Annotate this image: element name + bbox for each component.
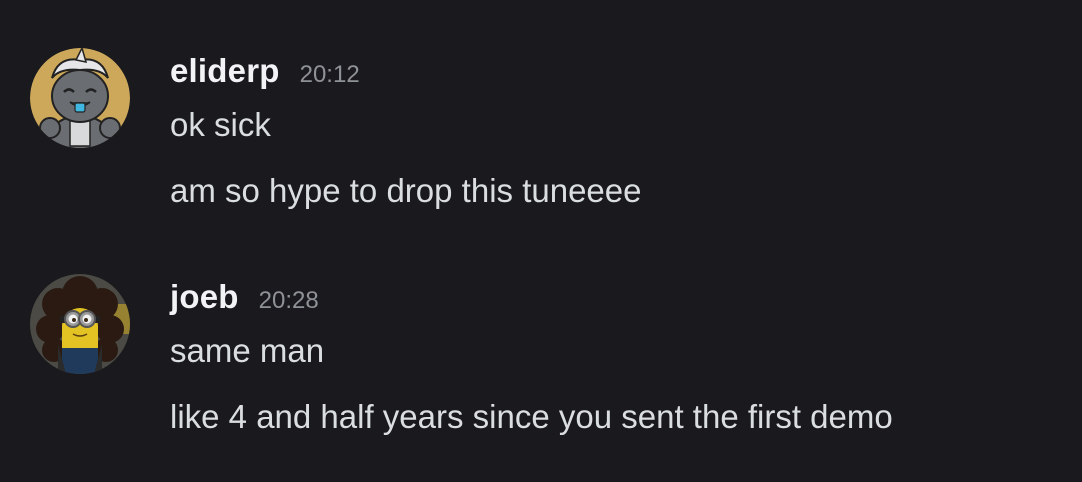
avatar-joeb[interactable]: [30, 274, 130, 374]
message-text: like 4 and half years since you sent the…: [170, 398, 893, 435]
username[interactable]: eliderp: [170, 52, 280, 90]
message-text: ok sick: [170, 106, 271, 143]
chat-message-list: eliderp 20:12 ok sick am so hype to drop…: [0, 0, 1082, 482]
timestamp[interactable]: 20:28: [259, 287, 319, 315]
username[interactable]: joeb: [170, 278, 239, 316]
message-text: same man: [170, 332, 325, 369]
minion-curly-hair-avatar-icon: [30, 274, 130, 374]
message-header: eliderp 20:12: [170, 52, 360, 90]
message-text: am so hype to drop this tuneeee: [170, 172, 642, 209]
timestamp[interactable]: 20:12: [300, 61, 360, 89]
avatar-eliderp[interactable]: [30, 48, 130, 148]
message-header: joeb 20:28: [170, 278, 319, 316]
cartoon-creature-avatar-icon: [30, 48, 130, 148]
